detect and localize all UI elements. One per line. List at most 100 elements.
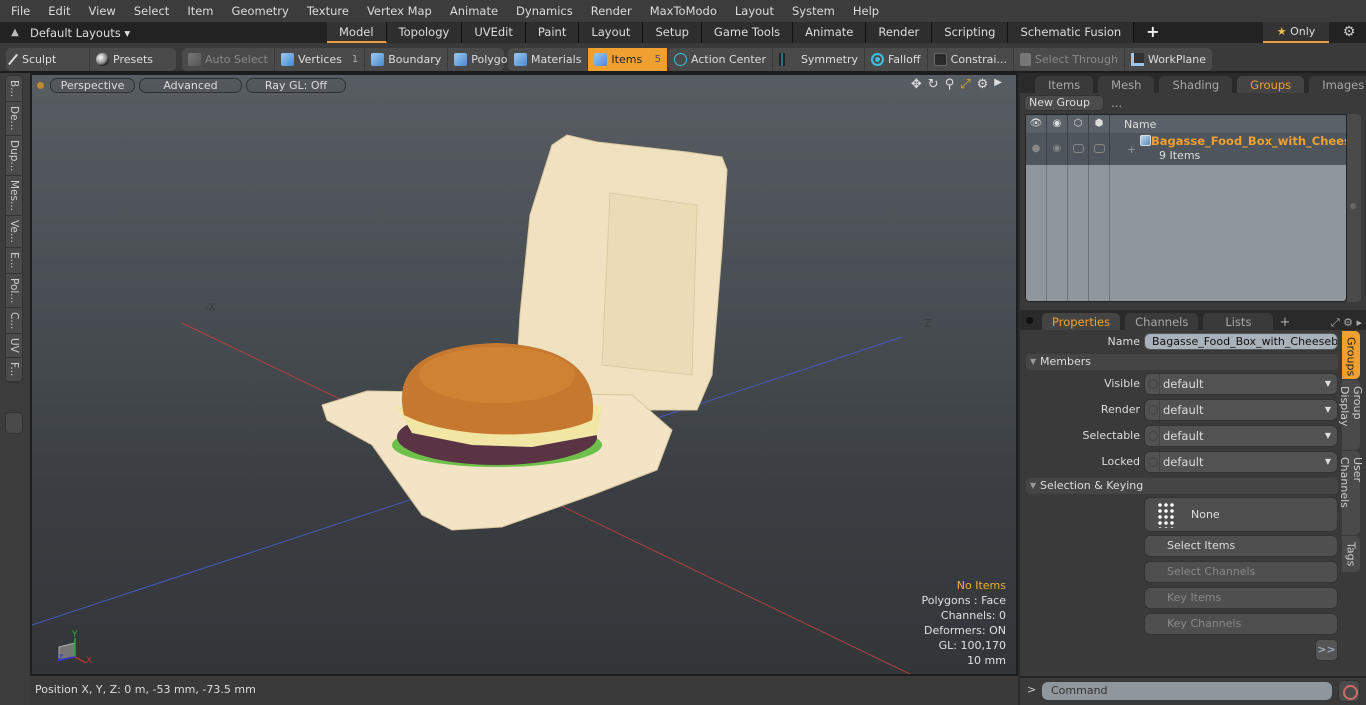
menu-select[interactable]: Select <box>123 4 176 18</box>
boundary-button[interactable]: Boundary <box>365 48 449 71</box>
layout-tab-setup[interactable]: Setup <box>643 22 702 43</box>
left-tab[interactable]: Pol... <box>6 274 22 309</box>
symmetry-button[interactable]: Symmetry <box>773 48 865 71</box>
tab-shading[interactable]: Shading <box>1158 75 1234 93</box>
tab-lists[interactable]: Lists <box>1202 312 1275 330</box>
menu-file[interactable]: File <box>0 4 37 18</box>
rotate-icon[interactable]: ↻ <box>928 77 939 92</box>
key-items-button[interactable]: Key Items <box>1144 587 1338 609</box>
left-tab[interactable]: E... <box>6 248 22 274</box>
gear-icon[interactable]: ⚙ <box>1338 22 1360 43</box>
layout-tab-uvedit[interactable]: UVEdit <box>462 22 526 43</box>
menu-help[interactable]: Help <box>842 4 886 18</box>
falloff-button[interactable]: Falloff <box>865 48 928 71</box>
viewport-menu-dot[interactable] <box>37 81 44 89</box>
left-tab[interactable]: Dup... <box>6 136 22 177</box>
left-tab[interactable]: De... <box>6 102 22 136</box>
visible-dropdown[interactable]: default ▼ <box>1144 373 1338 395</box>
row-select-toggle[interactable] <box>1068 133 1089 165</box>
menu-view[interactable]: View <box>78 4 123 18</box>
menu-edit[interactable]: Edit <box>37 4 77 18</box>
members-section[interactable]: ▼ Members <box>1026 354 1338 370</box>
side-tab-tags[interactable]: Tags <box>1342 536 1360 572</box>
side-tab-user-channels[interactable]: User Channels <box>1338 451 1364 535</box>
select-channels-button[interactable]: Select Channels <box>1144 561 1338 583</box>
collapse-up-icon[interactable]: ▲ <box>0 27 30 38</box>
3d-viewport[interactable]: -X -Z Y X Z Perspective Advanced Ray GL:… <box>30 73 1018 676</box>
action-center-button[interactable]: Action Center <box>668 48 773 71</box>
tab-groups[interactable]: Groups <box>1236 75 1306 93</box>
layout-tab-game-tools[interactable]: Game Tools <box>701 22 794 43</box>
layout-tab-layout[interactable]: Layout <box>579 22 644 43</box>
workplane-button[interactable]: WorkPlane <box>1125 48 1212 71</box>
layout-tab-schematic-fusion[interactable]: Schematic Fusion <box>1008 22 1135 43</box>
sculpt-button[interactable]: Sculpt <box>6 48 90 71</box>
visibility-column-icon[interactable]: 👁 <box>1026 115 1047 133</box>
zoom-icon[interactable]: ⚲ <box>945 77 955 92</box>
layout-tab-scripting[interactable]: Scripting <box>932 22 1009 43</box>
tab-mesh[interactable]: Mesh ... <box>1097 75 1156 110</box>
menu-maxtomodo[interactable]: MaxToModo <box>639 4 724 18</box>
items-button[interactable]: Items 5 <box>588 48 668 71</box>
left-tab[interactable]: UV <box>6 334 22 359</box>
tab-images[interactable]: Images <box>1308 75 1366 93</box>
menu-render[interactable]: Render <box>580 4 639 18</box>
auto-select-button[interactable]: Auto Select <box>182 48 275 71</box>
row-render-icon[interactable]: ◉ <box>1047 133 1068 165</box>
lock-column-icon[interactable]: ⬢ <box>1089 115 1110 133</box>
render-column-icon[interactable]: ◉ <box>1047 115 1068 133</box>
group-name-field[interactable]: Bagasse_Food_Box_with_Cheeseburg <box>1144 333 1338 350</box>
selection-keying-section[interactable]: ▼ Selection & Keying <box>1026 478 1338 494</box>
select-column-icon[interactable]: ⬡ <box>1068 115 1089 133</box>
tab-properties[interactable]: Properties <box>1041 312 1122 330</box>
menu-animate[interactable]: Animate <box>439 4 505 18</box>
more-icon[interactable]: ▶ <box>994 77 1002 92</box>
render-dropdown[interactable]: default ▼ <box>1144 399 1338 421</box>
name-column-header[interactable]: Name <box>1110 118 1156 131</box>
more-button[interactable]: >> <box>1315 639 1338 661</box>
vertices-button[interactable]: Vertices 1 <box>275 48 366 71</box>
command-input[interactable]: Command <box>1042 682 1332 700</box>
layout-tab-render[interactable]: Render <box>866 22 933 43</box>
side-tab-groups[interactable]: Groups <box>1342 331 1360 379</box>
left-tab[interactable]: Mes... <box>6 176 22 217</box>
menu-texture[interactable]: Texture <box>296 4 356 18</box>
shading-mode-button[interactable]: Advanced <box>139 77 242 93</box>
select-items-button[interactable]: Select Items <box>1144 535 1338 557</box>
menu-layout[interactable]: Layout <box>724 4 781 18</box>
food-box-model[interactable] <box>321 134 728 531</box>
view-mode-button[interactable]: Perspective <box>50 77 135 93</box>
row-visibility-icon[interactable]: ● <box>1026 133 1047 165</box>
record-icon[interactable] <box>1338 680 1360 702</box>
none-button[interactable]: None <box>1144 497 1338 532</box>
key-channels-button[interactable]: Key Channels <box>1144 613 1338 635</box>
raygl-button[interactable]: Ray GL: Off <box>246 77 346 93</box>
menu-vertex-map[interactable]: Vertex Map <box>356 4 439 18</box>
layout-tab-animate[interactable]: Animate <box>793 22 867 43</box>
menu-dynamics[interactable]: Dynamics <box>505 4 580 18</box>
menu-item[interactable]: Item <box>176 4 220 18</box>
left-tab[interactable]: C... <box>6 308 22 335</box>
left-tab[interactable]: F... <box>6 358 22 382</box>
menu-system[interactable]: System <box>781 4 842 18</box>
layout-tab-paint[interactable]: Paint <box>525 22 580 43</box>
constraints-button[interactable]: Constrai... <box>928 48 1014 71</box>
materials-button[interactable]: Materials <box>508 48 589 71</box>
only-filter-button[interactable]: ★ Only <box>1263 22 1329 43</box>
layout-tab-topology[interactable]: Topology <box>386 22 463 43</box>
new-group-button[interactable]: New Group <box>1024 95 1104 111</box>
menu-geometry[interactable]: Geometry <box>221 4 296 18</box>
selectable-dropdown[interactable]: default ▼ <box>1144 425 1338 447</box>
presets-button[interactable]: Presets <box>90 48 159 71</box>
panel-menu-dot[interactable] <box>1026 317 1033 324</box>
left-tab[interactable]: Ve... <box>6 216 22 249</box>
side-tab-group-display[interactable]: Group Display <box>1338 380 1364 450</box>
tab-items[interactable]: Items <box>1034 75 1095 93</box>
default-layouts-dropdown[interactable]: Default Layouts ▾ <box>30 26 330 40</box>
row-lock-toggle[interactable] <box>1089 133 1110 165</box>
add-layout-tab-button[interactable]: + <box>1134 22 1171 43</box>
left-tab[interactable]: B... <box>6 76 22 103</box>
left-extra-tab[interactable] <box>5 412 23 434</box>
add-tab-button[interactable]: + <box>1279 315 1290 330</box>
tab-channels[interactable]: Channels <box>1124 312 1200 330</box>
